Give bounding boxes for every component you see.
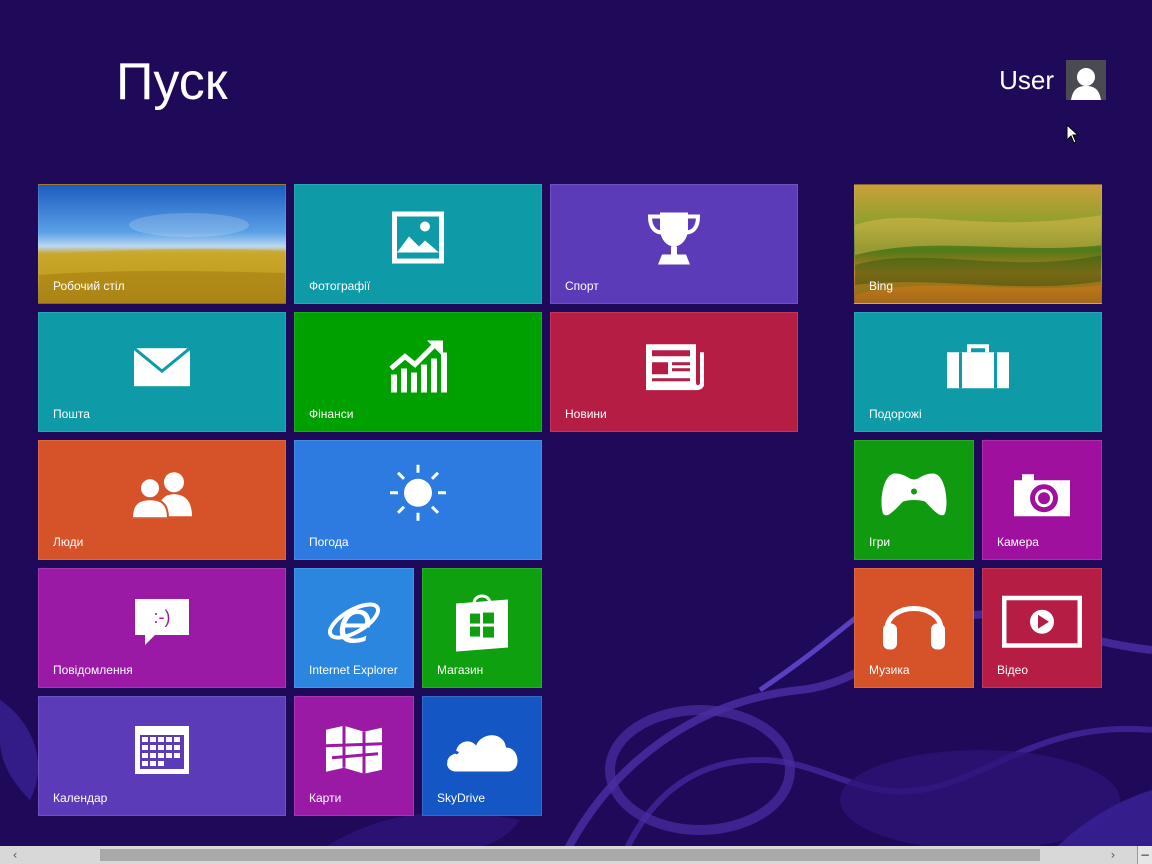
tile-bing[interactable]: Bing [854,184,1102,304]
tile-label: Фотографії [309,279,371,293]
horizontal-scrollbar[interactable]: ‹ › − [0,846,1152,864]
tile-desktop[interactable]: Робочий стіл [38,184,286,304]
svg-text:e: e [337,592,373,650]
tile-people[interactable]: Люди [38,440,286,560]
tile-label: Люди [53,535,84,549]
tile-games[interactable]: Ігри [854,440,974,560]
sun-icon [390,464,446,521]
tile-label: Повідомлення [53,663,133,677]
people-icon [130,472,192,519]
tile-news[interactable]: Новини [550,312,798,432]
tile-camera[interactable]: Камера [982,440,1102,560]
tile-label: Камера [997,535,1039,549]
tile-label: Робочий стіл [53,279,125,293]
map-icon [325,725,383,774]
suitcase-icon [947,344,1009,389]
tile-store[interactable]: Магазин [422,568,542,688]
video-play-icon [1002,595,1082,648]
newspaper-icon [646,344,704,391]
tile-internet-explorer[interactable]: e Internet Explorer [294,568,414,688]
camera-icon [1014,474,1070,517]
scroll-left-button[interactable]: ‹ [6,846,24,864]
tile-skydrive[interactable]: SkyDrive [422,696,542,816]
tile-label: Календар [53,791,108,805]
start-screen-title: Пуск [116,53,228,111]
user-name: User [999,65,1054,95]
scroll-thumb[interactable] [100,849,1040,861]
tile-label: Відео [997,663,1029,677]
tile-label: Музика [869,663,910,677]
tile-label: Магазин [437,663,484,677]
mail-icon [133,347,191,387]
tile-finance[interactable]: Фінанси [294,312,542,432]
tile-label: Пошта [53,407,90,421]
tile-label: Новини [565,407,607,421]
cloud-icon [444,735,518,772]
tile-label: Internet Explorer [309,663,398,677]
scroll-right-button[interactable]: › [1104,846,1122,864]
mouse-pointer-icon [1066,124,1080,144]
tile-weather[interactable]: Погода [294,440,542,560]
store-bag-icon [456,594,508,652]
tile-label: Ігри [869,535,891,549]
tile-label: SkyDrive [437,791,486,805]
finance-chart-icon [389,340,447,393]
tile-label: Bing [869,279,894,293]
tile-sport[interactable]: Спорт [550,184,798,304]
gamepad-icon [881,473,947,516]
tile-video[interactable]: Відео [982,568,1102,688]
tile-travel[interactable]: Подорожі [854,312,1102,432]
tile-label: Погода [309,535,349,549]
tile-maps[interactable]: Карти [294,696,414,816]
tile-label: Спорт [565,279,599,293]
user-account-button[interactable]: User [999,60,1106,100]
calendar-icon [135,726,189,774]
trophy-icon [647,212,701,265]
tile-music[interactable]: Музика [854,568,974,688]
semantic-zoom-button[interactable]: − [1137,846,1152,864]
tile-photos[interactable]: Фотографії [294,184,542,304]
headphones-icon [883,606,945,650]
internet-explorer-icon: e [327,592,381,650]
tile-calendar[interactable]: Календар [38,696,286,816]
tile-mail[interactable]: Пошта [38,312,286,432]
tile-messaging[interactable]: :-) Повідомлення [38,568,286,688]
chat-bubble-icon: :-) [135,599,189,645]
tile-label: Фінанси [309,407,354,421]
tile-label: Подорожі [869,407,922,421]
user-silhouette-icon [1066,60,1106,100]
tile-label: Карти [309,791,342,805]
svg-text::-): :-) [154,607,171,627]
photo-icon [392,211,444,264]
